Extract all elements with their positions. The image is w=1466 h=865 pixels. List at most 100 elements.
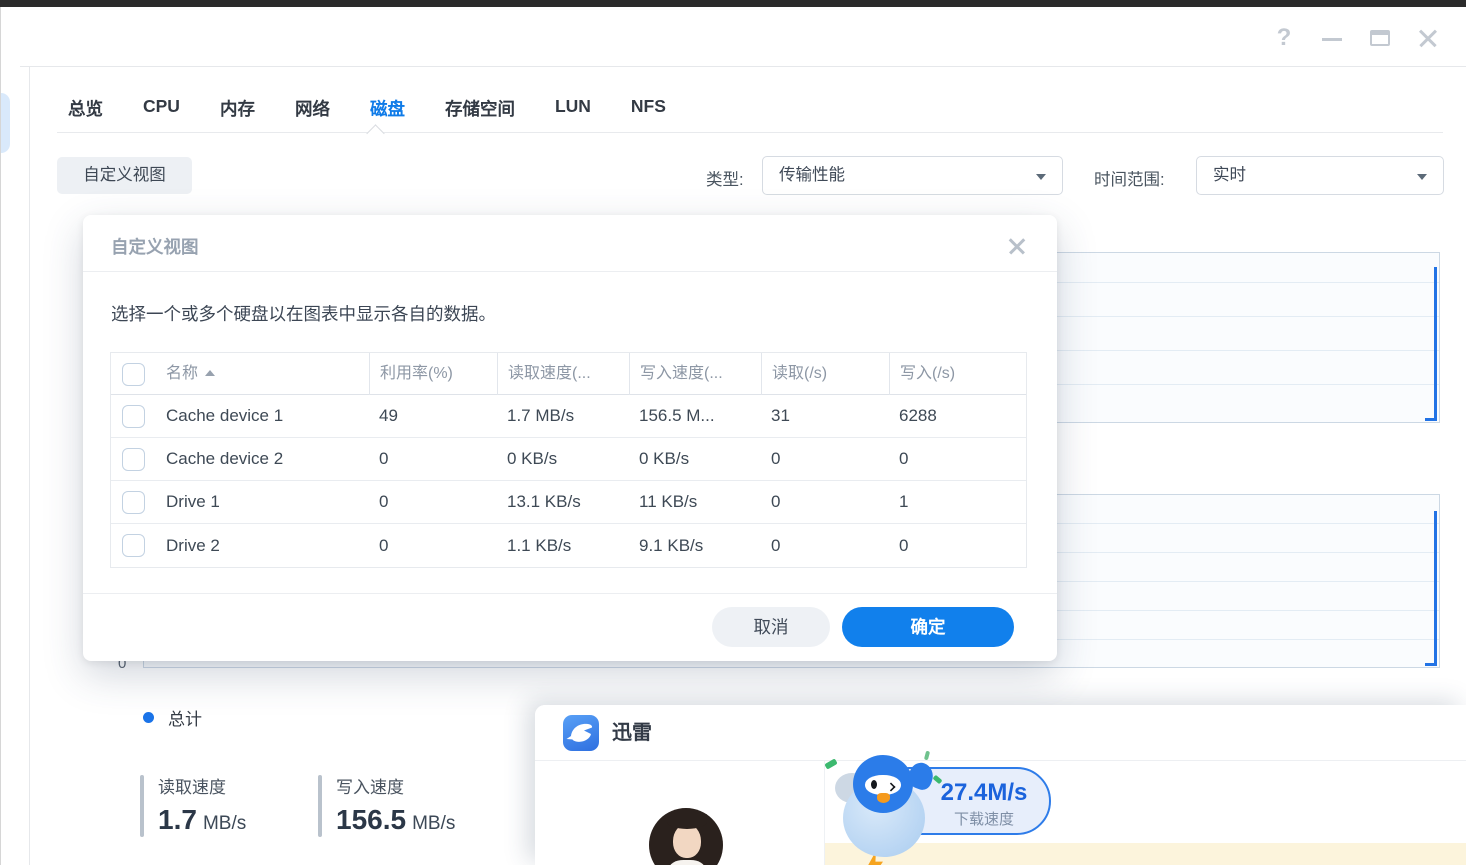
content-left-border: [29, 67, 30, 865]
cell-utilization: 0: [369, 492, 497, 512]
cell-name: Cache device 1: [156, 406, 369, 426]
tab-overview[interactable]: 总览: [68, 96, 103, 121]
ok-button[interactable]: 确定: [842, 607, 1014, 647]
dialog-close-button[interactable]: [1007, 236, 1027, 256]
time-range-label: 时间范围:: [1094, 166, 1165, 190]
avatar-face: [673, 824, 701, 858]
row-checkbox[interactable]: [122, 534, 145, 557]
select-all-checkbox[interactable]: [122, 363, 145, 386]
write-speed-unit: MB/s: [412, 813, 455, 834]
table-header-row: 名称 利用率(%) 读取速度(... 写入速度(... 读取(/s) 写入(/s…: [111, 353, 1026, 395]
cell-write-iops: 0: [889, 449, 1028, 469]
cell-read-speed: 1.1 KB/s: [497, 536, 629, 556]
time-range-dropdown-value: 实时: [1213, 166, 1246, 184]
cell-write-speed: 0 KB/s: [629, 449, 761, 469]
row-checkbox[interactable]: [122, 405, 145, 428]
type-dropdown[interactable]: 传输性能: [762, 156, 1063, 195]
tab-storage[interactable]: 存储空间: [445, 96, 515, 121]
tab-disk[interactable]: 磁盘: [370, 96, 405, 121]
tab-cpu[interactable]: CPU: [143, 96, 180, 121]
chevron-down-icon: [1417, 174, 1427, 180]
read-speed-unit: MB/s: [203, 813, 246, 834]
column-header-read-speed[interactable]: 读取速度(...: [497, 353, 629, 395]
chart-legend: 总计: [143, 705, 202, 730]
help-button[interactable]: ?: [1270, 24, 1298, 52]
column-header-write-speed[interactable]: 写入速度(...: [629, 353, 761, 395]
disk-table: 名称 利用率(%) 读取速度(... 写入速度(... 读取(/s) 写入(/s…: [110, 352, 1027, 568]
type-label: 类型:: [706, 166, 744, 190]
tab-underline: [57, 132, 1443, 133]
cell-utilization: 49: [369, 406, 497, 426]
chart-line-spike: [1434, 511, 1437, 666]
time-range-dropdown[interactable]: 实时: [1196, 156, 1444, 195]
row-checkbox[interactable]: [122, 491, 145, 514]
xunlei-logo-icon: [563, 715, 599, 751]
stat-bar: [318, 775, 322, 837]
custom-view-button[interactable]: 自定义视图: [57, 157, 192, 194]
tab-lun[interactable]: LUN: [555, 96, 591, 121]
dialog-footer-divider: [83, 593, 1057, 594]
xunlei-mascot-icon: [831, 753, 941, 845]
cell-read-speed: 0 KB/s: [497, 449, 629, 469]
mascot-beak: [877, 793, 890, 803]
type-dropdown-value: 传输性能: [779, 166, 845, 184]
column-header-name[interactable]: 名称: [156, 353, 369, 395]
table-row[interactable]: Cache device 1 49 1.7 MB/s 156.5 M... 31…: [111, 395, 1026, 438]
top-strip: [0, 0, 1466, 7]
cell-write-iops: 0: [889, 536, 1028, 556]
mascot-eye: [871, 780, 877, 789]
table-row[interactable]: Drive 2 0 1.1 KB/s 9.1 KB/s 0 0: [111, 524, 1026, 567]
tab-network[interactable]: 网络: [295, 96, 330, 121]
dialog-header-divider: [83, 271, 1057, 272]
minimize-button[interactable]: [1318, 24, 1346, 52]
column-header-write-iops[interactable]: 写入(/s): [889, 353, 1028, 395]
titlebar: [1, 7, 1466, 67]
cell-write-iops: 1: [889, 492, 1028, 512]
sort-asc-icon: [205, 370, 215, 376]
chevron-down-icon: [1036, 174, 1046, 180]
cell-read-iops: 0: [761, 492, 889, 512]
avatar-bangs: [667, 814, 707, 829]
cell-read-iops: 0: [761, 449, 889, 469]
cell-write-iops: 6288: [889, 406, 1028, 426]
write-speed-stat: 写入速度 156.5MB/s: [318, 773, 455, 836]
chart-line-spike: [1434, 267, 1437, 421]
cell-utilization: 0: [369, 449, 497, 469]
titlebar-divider: [20, 66, 1466, 67]
read-speed-value: 1.7: [158, 804, 197, 835]
tab-memory[interactable]: 内存: [220, 96, 255, 121]
table-row[interactable]: Cache device 2 0 0 KB/s 0 KB/s 0 0: [111, 438, 1026, 481]
table-row[interactable]: Drive 1 0 13.1 KB/s 11 KB/s 0 1: [111, 481, 1026, 524]
cell-name: Drive 1: [156, 492, 369, 512]
stat-bar: [140, 775, 144, 837]
cell-read-speed: 1.7 MB/s: [497, 406, 629, 426]
tab-nfs[interactable]: NFS: [631, 96, 666, 121]
xunlei-promo-banner: [825, 843, 1466, 865]
tab-bar: 总览 CPU 内存 网络 磁盘 存储空间 LUN NFS: [68, 96, 666, 121]
maximize-icon: [1370, 30, 1390, 46]
maximize-button[interactable]: [1366, 24, 1394, 52]
cell-read-iops: 0: [761, 536, 889, 556]
cancel-button[interactable]: 取消: [712, 607, 830, 647]
cell-name: Cache device 2: [156, 449, 369, 469]
xunlei-titlebar[interactable]: 迅雷: [535, 705, 1466, 761]
cell-write-speed: 9.1 KB/s: [629, 536, 761, 556]
dialog-title: 自定义视图: [111, 234, 199, 259]
xunlei-app-title: 迅雷: [612, 705, 652, 761]
cell-utilization: 0: [369, 536, 497, 556]
column-header-utilization[interactable]: 利用率(%): [369, 353, 497, 395]
cell-name: Drive 2: [156, 536, 369, 556]
user-avatar[interactable]: [649, 808, 723, 865]
sidebar-peek-tab[interactable]: [1, 93, 10, 153]
close-button[interactable]: [1414, 24, 1442, 52]
dialog-description: 选择一个或多个硬盘以在图表中显示各自的数据。: [111, 301, 496, 326]
row-checkbox[interactable]: [122, 448, 145, 471]
column-header-read-iops[interactable]: 读取(/s): [761, 353, 889, 395]
read-speed-stat: 读取速度 1.7 MB/s: [140, 773, 246, 836]
xunlei-window: 迅雷 27.4M/s 下载速度: [535, 705, 1466, 865]
legend-label: 总计: [168, 705, 202, 730]
read-speed-label: 读取速度: [158, 773, 246, 798]
cell-write-speed: 156.5 M...: [629, 406, 761, 426]
cell-read-speed: 13.1 KB/s: [497, 492, 629, 512]
write-speed-label: 写入速度: [336, 773, 455, 798]
